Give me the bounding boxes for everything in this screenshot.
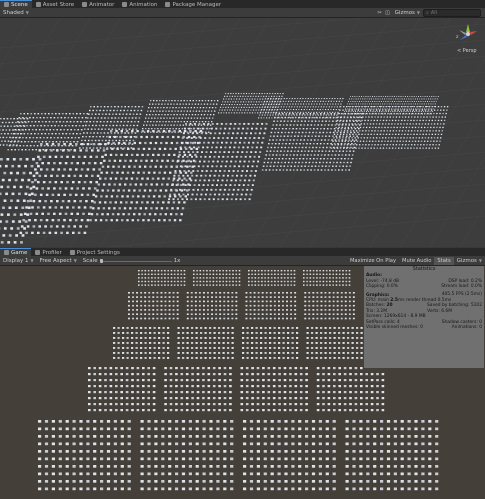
display-label: Display 1: [3, 257, 29, 264]
tab-animator[interactable]: Animator: [78, 1, 118, 8]
statistics-panel: Statistics Audio: Level: -74.8 dB DSP loa…: [364, 266, 484, 368]
scale-label: Scale: [82, 257, 98, 264]
gizmos-label: Gizmos: [394, 9, 415, 16]
tab-project-settings[interactable]: Project Settings: [66, 249, 124, 256]
camera-settings-icon[interactable]: ◫: [384, 9, 392, 16]
scene-render: [0, 18, 485, 247]
chevron-down-icon: ▼: [73, 258, 77, 263]
tab-label: Animation: [129, 1, 158, 8]
tab-label: Package Manager: [172, 1, 222, 8]
chevron-down-icon: ▼: [416, 10, 420, 15]
game-tab-bar: Game Profiler Project Settings: [0, 248, 485, 256]
animator-icon: [82, 2, 88, 7]
verts-count: Verts: 6.6M: [427, 308, 452, 314]
gizmos-dropdown[interactable]: Gizmos ▼: [392, 9, 423, 17]
asset-store-icon: [35, 2, 41, 7]
orientation-gizmo[interactable]: z < Persp: [453, 18, 483, 56]
aspect-label: Free Aspect: [39, 257, 72, 264]
search-placeholder: All: [430, 9, 438, 16]
visible-skinned-meshes: Visible skinned meshes: 0: [366, 325, 423, 331]
search-icon: ⌕: [426, 9, 429, 16]
shading-mode-label: Shaded: [3, 9, 24, 16]
display-dropdown[interactable]: Display 1 ▼: [0, 257, 37, 265]
package-icon: [165, 2, 171, 7]
batches-value: 20: [386, 303, 393, 309]
chevron-down-icon: ▼: [25, 10, 29, 15]
stream-load: Stream load: 0.0%: [441, 284, 482, 290]
mute-audio-toggle[interactable]: Mute Audio: [399, 257, 434, 265]
animations-count: Animations: 0: [451, 325, 482, 331]
svg-text:z: z: [456, 35, 459, 40]
scale-value: 1x: [173, 257, 181, 264]
audio-clipping: Clipping: 0.0%: [366, 284, 398, 290]
game-toolbar: Display 1 ▼ Free Aspect ▼ Scale 1x Maxim…: [0, 256, 485, 266]
chevron-down-icon: ▼: [30, 258, 34, 263]
scene-viewport[interactable]: [0, 18, 485, 247]
tab-game[interactable]: Game: [0, 248, 32, 256]
tab-label: Project Settings: [76, 249, 120, 256]
scale-slider-handle[interactable]: [99, 258, 103, 263]
tools-icon[interactable]: ✂: [376, 9, 384, 16]
game-gizmos-label: Gizmos: [456, 257, 477, 264]
scene-icon: [4, 2, 9, 7]
tab-label: Profiler: [42, 249, 62, 256]
statistics-title: Statistics: [412, 266, 436, 272]
stats-toggle[interactable]: Stats: [434, 256, 454, 265]
shading-mode-dropdown[interactable]: Shaded ▼: [0, 9, 32, 17]
scale-control: Scale 1x: [80, 257, 184, 265]
game-gizmos-dropdown[interactable]: Gizmos ▼: [454, 257, 485, 265]
tab-package-manager[interactable]: Package Manager: [161, 1, 225, 8]
scene-tab-bar: Scene Asset Store Animator Animation Package…: [0, 0, 485, 8]
batches-prefix: Batches:: [366, 303, 386, 309]
animation-icon: [122, 2, 128, 7]
settings-icon: [69, 250, 75, 255]
tab-asset-store[interactable]: Asset Store: [32, 1, 78, 8]
chevron-down-icon: ▼: [478, 258, 482, 263]
tab-label: Animator: [89, 1, 115, 8]
tab-scene[interactable]: Scene: [0, 0, 32, 8]
scene-toolbar: Shaded ▼ ✂ ◫ Gizmos ▼ ⌕ All: [0, 8, 485, 18]
tab-label: Scene: [11, 1, 28, 8]
tab-profiler[interactable]: Profiler: [31, 249, 65, 256]
hierarchy-search-input[interactable]: ⌕ All: [423, 8, 481, 17]
tab-label: Asset Store: [42, 1, 75, 8]
tab-label: Game: [11, 249, 28, 256]
aspect-dropdown[interactable]: Free Aspect ▼: [37, 257, 80, 265]
tab-animation[interactable]: Animation: [118, 1, 161, 8]
perspective-label[interactable]: < Persp: [457, 48, 477, 54]
scale-slider[interactable]: [99, 258, 172, 264]
maximize-on-play-toggle[interactable]: Maximize On Play: [347, 257, 399, 265]
profiler-icon: [35, 250, 41, 255]
game-icon: [4, 250, 9, 255]
